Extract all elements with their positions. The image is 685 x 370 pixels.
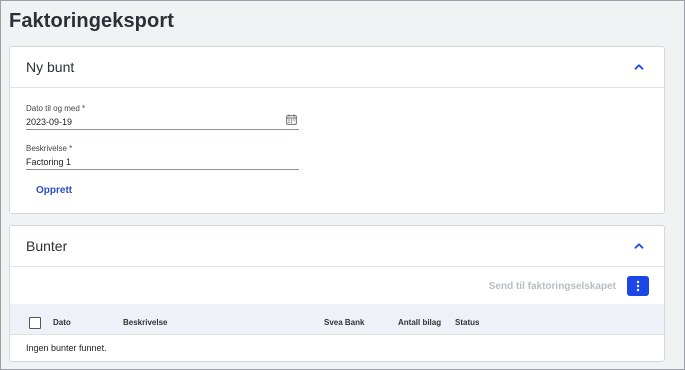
batches-header[interactable]: Bunter [10,226,664,267]
column-header-voucher-count[interactable]: Antall bilag [398,318,441,327]
send-to-factoring-button[interactable]: Send til faktoringselskapet [489,281,616,292]
date-field[interactable]: Dato til og med * 2023-09-19 [26,104,299,130]
calendar-icon[interactable] [286,114,297,125]
chevron-up-icon[interactable] [634,62,644,72]
select-all-checkbox[interactable] [29,317,41,329]
chevron-up-icon[interactable] [634,241,644,251]
description-input[interactable]: Factoring 1 [26,156,299,170]
description-label: Beskrivelse * [26,144,73,153]
more-vertical-icon[interactable] [627,276,649,296]
description-value: Factoring 1 [26,157,72,167]
date-label: Dato til og med * [26,104,86,113]
batches-card: Bunter Send til faktoringselskapet Dato … [9,225,665,362]
batches-title: Bunter [26,238,68,254]
date-value: 2023-09-19 [26,117,73,127]
description-field[interactable]: Beskrivelse * Factoring 1 [26,144,299,170]
new-batch-card: Ny bunt Dato til og med * 2023-09-19 Bes… [9,46,665,214]
column-header-date[interactable]: Dato [53,318,71,327]
new-batch-title: Ny bunt [26,59,75,75]
column-header-status[interactable]: Status [455,318,479,327]
date-input[interactable]: 2023-09-19 [26,114,299,130]
create-button[interactable]: Opprett [36,185,72,196]
page-title: Faktoringeksport [9,10,174,32]
column-header-description[interactable]: Beskrivelse [123,318,167,327]
table-header: Dato Beskrivelse Svea Bank Antall bilag … [10,304,664,335]
column-header-svea-bank[interactable]: Svea Bank [324,318,364,327]
empty-state-message: Ingen bunter funnet. [26,343,107,353]
new-batch-header[interactable]: Ny bunt [10,47,664,88]
